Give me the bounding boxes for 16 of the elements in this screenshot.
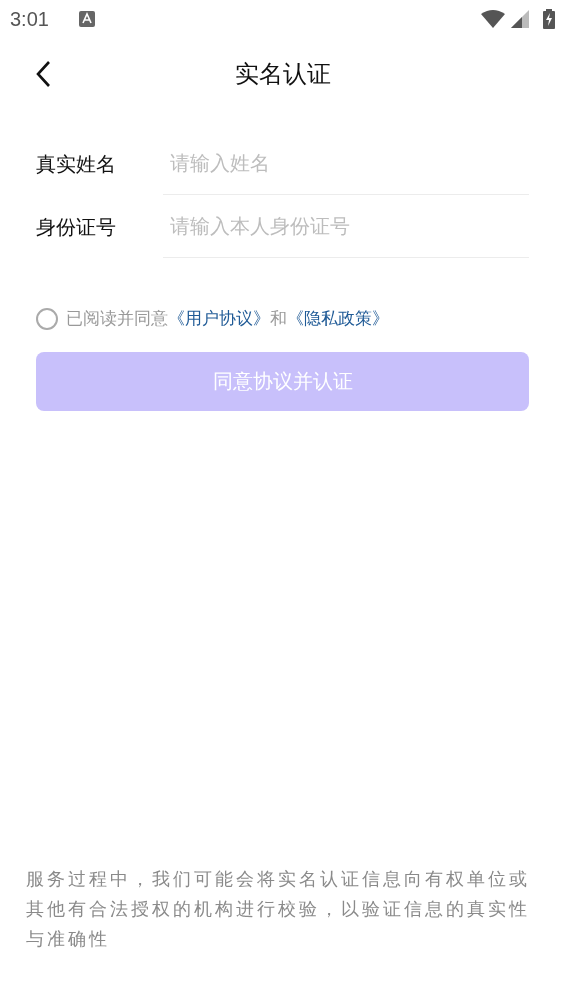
battery-charging-icon — [543, 9, 555, 29]
agreement-checkbox[interactable] — [36, 307, 58, 330]
text-field[interactable]: 请输入姓名 — [163, 132, 529, 195]
keyboard-notification-icon — [78, 11, 95, 27]
status-time: 3:01 — [10, 7, 49, 32]
text-field[interactable]: 请输入本人身份证号 — [163, 195, 529, 258]
back-icon — [35, 60, 51, 88]
user-agreement-link[interactable]: 《用户协议》 — [168, 308, 270, 328]
page-title: 实名认证 — [234, 59, 331, 90]
agreement-text: 已阅读并同意《用户协议》和《隐私政策》 — [66, 307, 389, 330]
privacy-policy-link[interactable]: 《隐私政策》 — [287, 308, 389, 328]
field-label: 身份证号 — [36, 213, 117, 241]
signal-icon — [511, 10, 529, 28]
footer-note: 服务过程中，我们可能会将实名认证信息向有权单位或其他有合法授权的机构进行校验，以验证信息的真实性与准确性 — [25, 867, 531, 951]
wifi-icon — [481, 10, 505, 28]
field-label: 真实姓名 — [36, 150, 117, 178]
